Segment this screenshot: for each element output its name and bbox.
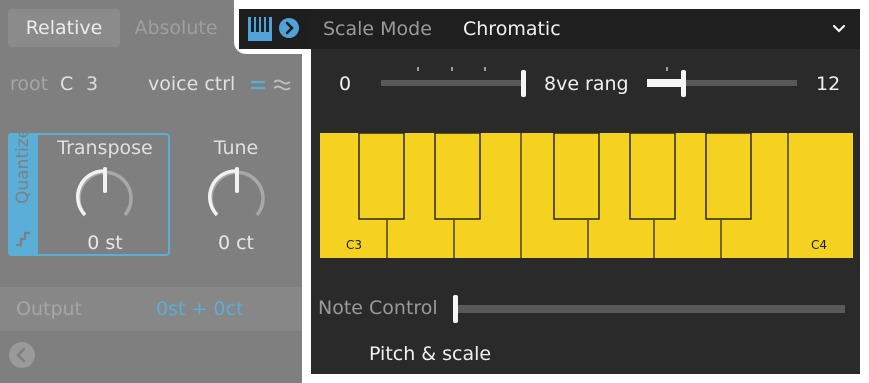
root-label: root [10, 73, 49, 95]
note-control-slider[interactable] [457, 305, 845, 313]
chevron-down-icon[interactable] [831, 21, 847, 37]
device-title: Pitch & scale [369, 343, 492, 365]
quantize-toggle[interactable]: Quantize [8, 127, 38, 256]
output-label: Output [16, 298, 82, 320]
note-control-thumb[interactable] [453, 295, 458, 323]
scale-mode-select[interactable]: Chromatic [463, 18, 561, 40]
octave-range-label: 8ve rang [544, 73, 629, 95]
pitch-scale-panel: Scale Mode Chromatic 0 8ve rang 12 C3 C4… [239, 9, 860, 374]
output-value: 0st + 0ct [156, 298, 244, 320]
transpose-value: 0 st [87, 232, 123, 254]
voice-ctrl-label: voice ctrl [148, 73, 236, 95]
key-label-low: C3 [346, 238, 363, 252]
piano-keys-icon[interactable] [247, 16, 273, 42]
parallel-lines-icon[interactable] [250, 76, 266, 94]
range-min-value: 0 [339, 73, 352, 95]
tune-title: Tune [213, 137, 259, 159]
root-octave-select[interactable]: 3 [86, 73, 98, 95]
transpose-title: Transpose [57, 137, 153, 159]
transpose-knob[interactable] [71, 163, 139, 231]
mode-relative-tab[interactable]: Relative [8, 9, 120, 47]
quantize-label: Quantize [13, 127, 33, 204]
range-max-value: 12 [816, 73, 841, 95]
keyboard-keys[interactable] [320, 133, 853, 258]
root-note-select[interactable]: C [60, 73, 73, 95]
header-bar: Scale Mode Chromatic [239, 9, 860, 49]
note-control-label: Note Control [318, 297, 438, 319]
step-icon [16, 231, 30, 247]
left-panel: Relative Absolute root C 3 voice ctrl Qu… [0, 0, 302, 383]
wavy-lines-icon[interactable] [272, 76, 292, 94]
arrow-right-circle-icon[interactable] [278, 17, 300, 39]
range-slider-right[interactable] [647, 63, 807, 99]
tune-knob[interactable] [203, 163, 271, 231]
key-label-high: C4 [811, 238, 828, 252]
chevron-left-icon[interactable] [7, 340, 37, 370]
scale-mode-label: Scale Mode [323, 18, 432, 40]
piano-keyboard[interactable]: C3 C4 [320, 133, 853, 258]
tune-value: 0 ct [217, 232, 255, 254]
range-slider-left[interactable] [381, 63, 531, 99]
mode-absolute-tab[interactable]: Absolute [122, 9, 230, 47]
